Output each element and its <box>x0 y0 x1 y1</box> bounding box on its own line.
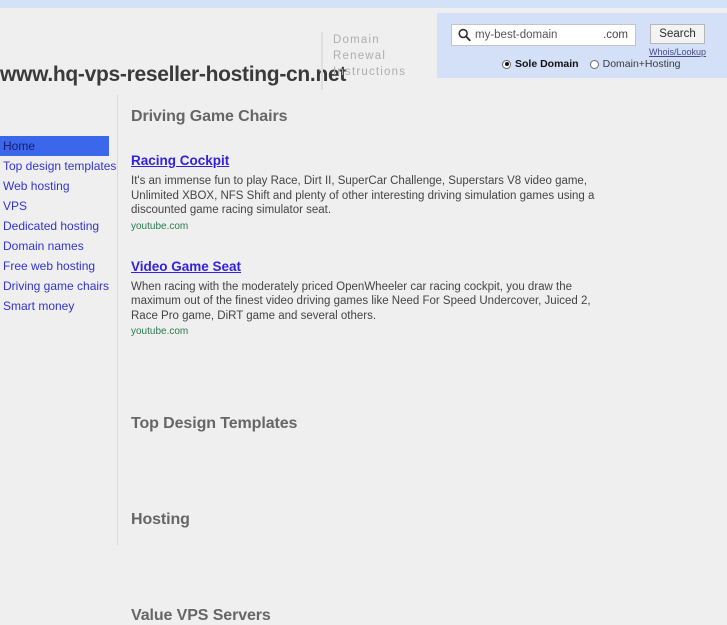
section-heading-hosting: Hosting <box>131 511 190 528</box>
radio-domain-hosting-label: Domain+Hosting <box>602 58 681 70</box>
sidebar-item-home[interactable]: Home <box>0 136 109 156</box>
section-heading-top-design-templates: Top Design Templates <box>131 415 298 432</box>
sidebar-item-vps[interactable]: VPS <box>0 196 112 216</box>
radio-dot-selected-icon <box>502 59 511 69</box>
sidebar-item-free-web-hosting[interactable]: Free web hosting <box>0 256 112 276</box>
domain-search-input[interactable]: my-best-domain .com <box>451 24 636 46</box>
domain-renewal-instructions: Domain Renewal Instructions <box>321 32 406 90</box>
sidebar-item-driving-game-chairs[interactable]: Driving game chairs <box>0 276 112 296</box>
result-cite: youtube.com <box>131 220 189 232</box>
renewal-line-1: Domain <box>333 34 380 46</box>
renewal-line-2: Renewal <box>333 50 387 62</box>
search-actions: Search Whois/Lookup <box>649 24 706 57</box>
whois-lookup-link[interactable]: Whois/Lookup <box>649 47 706 57</box>
sidebar-item-top-design-templates[interactable]: Top design templates <box>0 156 116 176</box>
sidebar-content-divider <box>117 95 118 545</box>
sidebar-item-domain-names[interactable]: Domain names <box>0 236 112 256</box>
result-description: When racing with the moderately priced O… <box>131 280 591 322</box>
search-query-value: my-best-domain <box>475 29 558 41</box>
main-content: Driving Game Chairs Racing Cockpit It's … <box>131 108 616 625</box>
search-tld-suffix: .com <box>603 29 628 41</box>
result-item: Racing Cockpit It's an immense fun to pl… <box>131 152 616 232</box>
radio-domain-hosting[interactable]: Domain+Hosting <box>589 58 681 70</box>
top-accent-strip <box>0 0 727 8</box>
radio-sole-domain-label: Sole Domain <box>515 58 579 70</box>
search-row: my-best-domain .com Search Whois/Lookup <box>451 24 706 57</box>
sidebar-item-web-hosting[interactable]: Web hosting <box>0 176 112 196</box>
site-title: www.hq-vps-reseller-hosting-cn.net <box>0 63 347 86</box>
renewal-line-3: Instructions <box>333 66 407 78</box>
sidebar-item-smart-money[interactable]: Smart money <box>0 296 112 316</box>
result-item: Video Game Seat When racing with the mod… <box>131 258 616 338</box>
section-heading-driving-game-chairs: Driving Game Chairs <box>131 108 288 125</box>
sidebar-item-dedicated-hosting[interactable]: Dedicated hosting <box>0 216 112 236</box>
domain-search-panel: my-best-domain .com Search Whois/Lookup … <box>437 13 727 78</box>
result-title-racing-cockpit[interactable]: Racing Cockpit <box>131 153 229 168</box>
sidebar-navigation: Home Top design templates Web hosting VP… <box>0 136 116 316</box>
radio-sole-domain[interactable]: Sole Domain <box>502 58 579 70</box>
search-mode-radio-group: Sole Domain Domain+Hosting <box>502 58 692 70</box>
search-button[interactable]: Search <box>650 24 706 44</box>
result-title-video-game-seat[interactable]: Video Game Seat <box>131 259 241 274</box>
result-description: It's an immense fun to play Race, Dirt I… <box>131 175 595 216</box>
section-heading-value-vps-servers: Value VPS Servers <box>131 607 271 624</box>
radio-dot-unselected-icon <box>589 59 599 69</box>
result-cite: youtube.com <box>131 326 189 337</box>
search-icon <box>458 28 471 42</box>
